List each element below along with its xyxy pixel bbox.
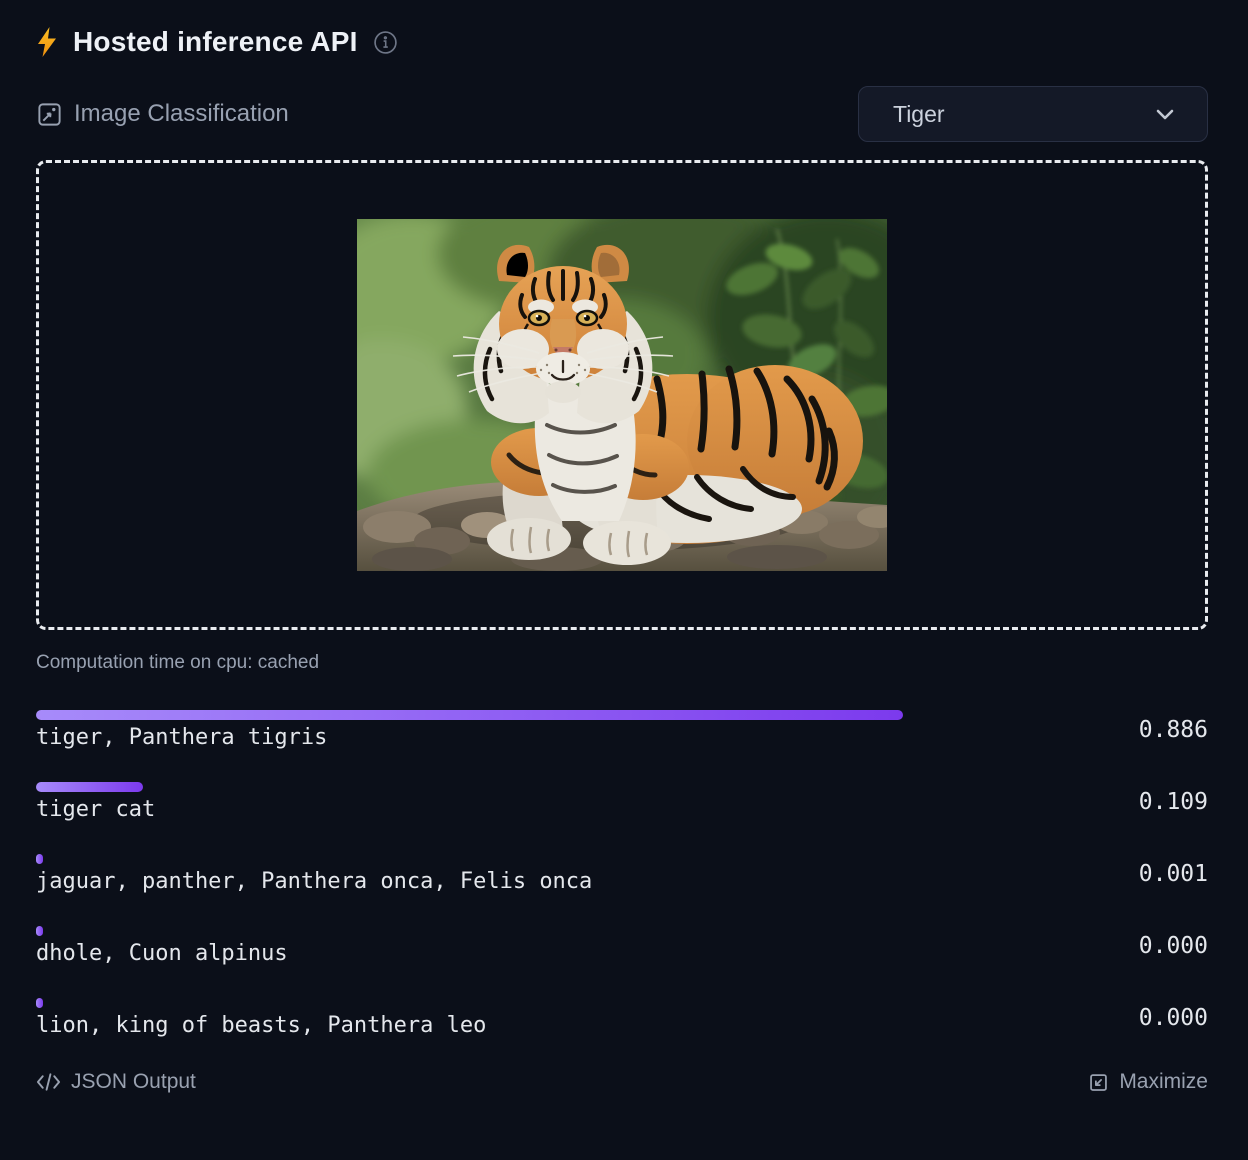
result-row: jaguar, panther, Panthera onca, Felis on… [36,854,1208,894]
score-bar [36,926,43,936]
score-value: 0.001 [1112,861,1208,887]
classification-results: tiger, Panthera tigris 0.886 tiger cat 0… [36,710,1208,1038]
example-select-value: Tiger [893,101,945,128]
class-label: tiger, Panthera tigris [36,725,1014,750]
score-value: 0.886 [1112,717,1208,743]
class-label: lion, king of beasts, Panthera leo [36,1013,1014,1038]
maximize-icon [1088,1072,1109,1093]
hosted-inference-widget: Hosted inference API Image Classificatio… [0,0,1248,1160]
page-title: Hosted inference API [73,26,358,58]
task-label: Image Classification [74,100,289,128]
score-value: 0.000 [1112,933,1208,959]
task-row: Image Classification Tiger [36,86,1208,142]
json-output-label: JSON Output [71,1070,196,1094]
class-label: tiger cat [36,797,1014,822]
score-bar [36,854,43,864]
example-select[interactable]: Tiger [858,86,1208,142]
score-bar [36,782,143,792]
result-row: tiger cat 0.109 [36,782,1208,822]
maximize-label: Maximize [1119,1070,1208,1094]
result-row: lion, king of beasts, Panthera leo 0.000 [36,998,1208,1038]
code-icon [36,1072,61,1092]
image-classification-icon [36,101,63,128]
image-dropzone[interactable] [36,160,1208,630]
score-value: 0.109 [1112,789,1208,815]
json-output-button[interactable]: JSON Output [36,1070,196,1094]
score-bar [36,710,903,720]
computation-time: Computation time on cpu: cached [36,652,1208,674]
chevron-down-icon [1153,102,1177,126]
task-type: Image Classification [36,100,289,128]
widget-footer: JSON Output Maximize [36,1070,1208,1094]
score-value: 0.000 [1112,1005,1208,1031]
maximize-button[interactable]: Maximize [1088,1070,1208,1094]
info-icon[interactable] [373,30,398,55]
lightning-bolt-icon [36,26,60,58]
class-label: jaguar, panther, Panthera onca, Felis on… [36,869,1014,894]
result-row: dhole, Cuon alpinus 0.000 [36,926,1208,966]
tiger-photo [357,219,887,571]
result-row: tiger, Panthera tigris 0.886 [36,710,1208,750]
class-label: dhole, Cuon alpinus [36,941,1014,966]
widget-header: Hosted inference API [36,20,1208,64]
score-bar [36,998,43,1008]
